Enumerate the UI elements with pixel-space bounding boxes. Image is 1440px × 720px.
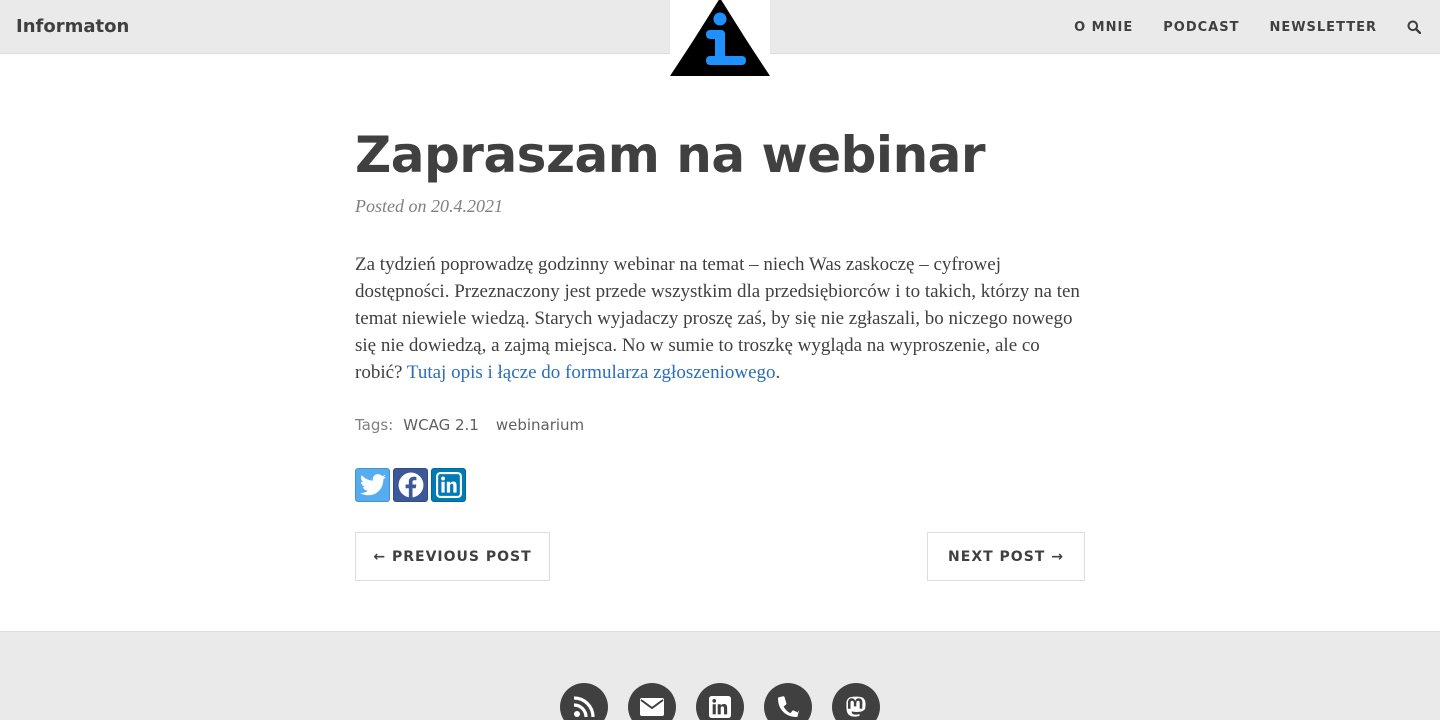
footer-social-links (560, 683, 900, 720)
nav-link-newsletter[interactable]: NEWSLETTER (1269, 20, 1377, 35)
search-icon[interactable] (1407, 19, 1423, 35)
linkedin-icon (709, 696, 731, 718)
nav-links: O MNIE PODCAST NEWSLETTER (1074, 0, 1440, 54)
brand-link[interactable]: Informaton (16, 16, 129, 37)
share-linkedin-button[interactable] (431, 468, 466, 502)
share-twitter-button[interactable] (355, 468, 390, 502)
tags-label: Tags: (355, 416, 394, 434)
previous-post-button[interactable]: ← PREVIOUS POST (355, 532, 550, 581)
post-body-end: . (775, 362, 781, 383)
post-body: Za tydzień poprowadzę godzinny webinar n… (355, 251, 1085, 386)
next-post-button[interactable]: NEXT POST → (927, 532, 1085, 581)
nav-link-o-mnie[interactable]: O MNIE (1074, 20, 1133, 35)
tags: Tags: WCAG 2.1 webinarium (355, 416, 584, 434)
footer-mastodon-link[interactable] (832, 683, 880, 720)
share-facebook-button[interactable] (393, 468, 428, 502)
tag-wcag[interactable]: WCAG 2.1 (403, 416, 479, 434)
footer-rss-link[interactable] (560, 683, 608, 720)
facebook-icon (398, 472, 423, 498)
info-triangle-logo-icon (670, 0, 770, 76)
phone-icon (778, 696, 799, 717)
nav-link-podcast[interactable]: PODCAST (1163, 20, 1239, 35)
footer-linkedin-link[interactable] (696, 683, 744, 720)
site-logo[interactable] (670, 0, 770, 76)
rss-icon (573, 696, 595, 718)
signup-form-link[interactable]: Tutaj opis i łącze do formularza zgłosze… (407, 362, 776, 383)
tag-webinarium[interactable]: webinarium (496, 416, 584, 434)
footer (0, 631, 1440, 720)
footer-email-link[interactable] (628, 683, 676, 720)
footer-phone-link[interactable] (764, 683, 812, 720)
mastodon-icon (846, 696, 866, 717)
twitter-icon (359, 474, 386, 496)
linkedin-icon (435, 472, 462, 498)
post-meta: Posted on 20.4.2021 (355, 196, 503, 216)
post-title: Zapraszam na webinar (355, 126, 986, 184)
share-buttons (355, 468, 469, 502)
email-icon (640, 698, 664, 716)
